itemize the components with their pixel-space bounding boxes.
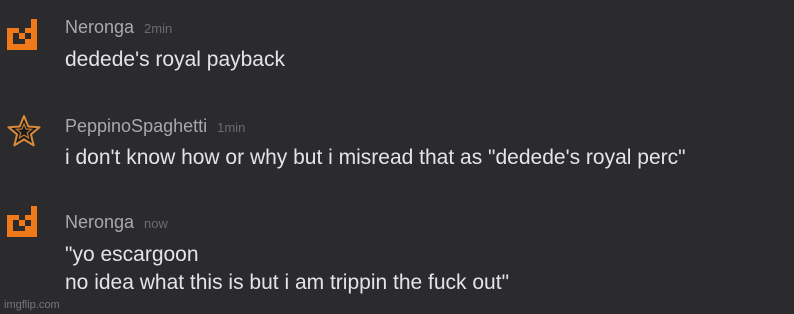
message-line: no idea what this is but i am trippin th… <box>65 271 510 294</box>
timestamp: 1min <box>217 120 246 135</box>
message-line: "yo escargoon <box>65 243 199 266</box>
username[interactable]: Neronga <box>65 212 134 232</box>
message-text: i don't know how or why but i misread th… <box>65 144 686 172</box>
message-line: i don't know how or why but i misread th… <box>65 146 686 169</box>
message-text: "yo escargoon no idea what this is but i… <box>65 241 509 297</box>
star-badge-icon[interactable] <box>7 114 41 150</box>
orange-pixel-creature-icon[interactable] <box>7 19 41 55</box>
timestamp: 2min <box>144 21 173 36</box>
orange-pixel-creature-icon[interactable] <box>7 206 41 242</box>
message-line: dedede's royal payback <box>65 48 285 71</box>
username[interactable]: Neronga <box>65 17 134 37</box>
username[interactable]: PeppinoSpaghetti <box>65 116 207 136</box>
timestamp: now <box>144 216 168 231</box>
watermark: imgflip.com <box>4 299 60 311</box>
message-text: dedede's royal payback <box>65 46 285 74</box>
